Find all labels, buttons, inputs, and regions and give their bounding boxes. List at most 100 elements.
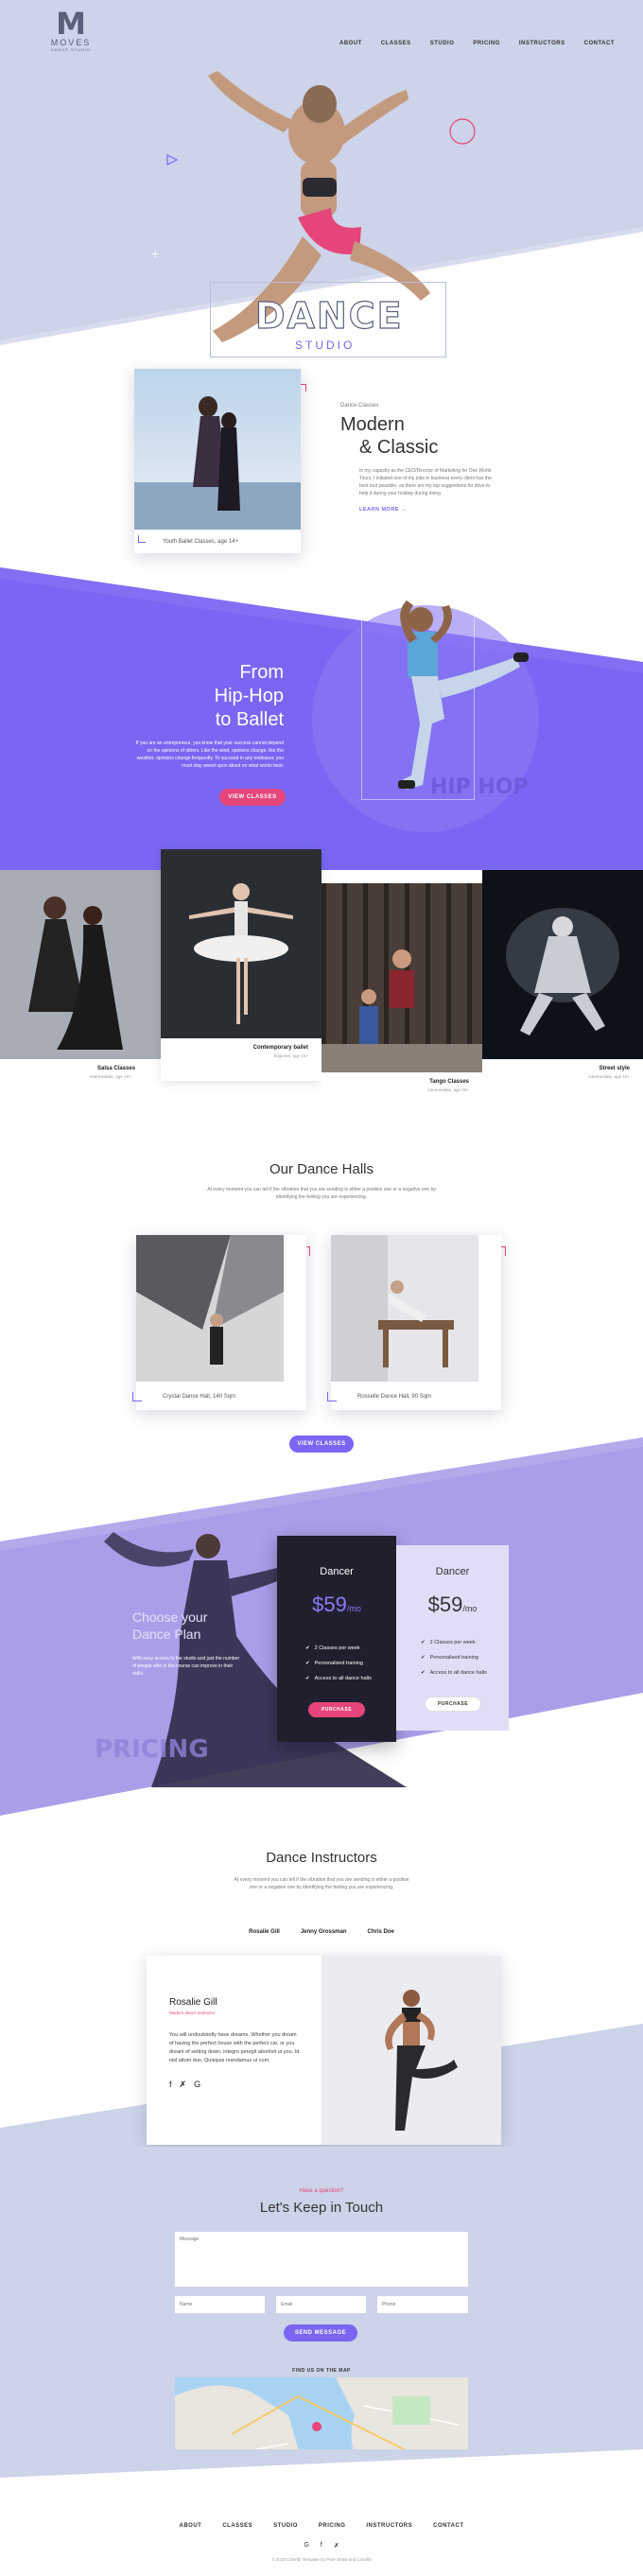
rosselle-hall-photo: [331, 1235, 478, 1382]
pricing-watermark: PRICING: [95, 1735, 209, 1764]
corner-accent: [327, 1392, 337, 1401]
purchase-button[interactable]: PURCHASE: [425, 1697, 481, 1712]
plan-features: ✔ 2 Classes per week ✔ Personalised traini…: [305, 1645, 372, 1691]
plan-price-amount: $59: [312, 1593, 347, 1616]
tango-photo: [322, 883, 482, 1072]
hall-card-rosselle[interactable]: Rosselle Dance Hall, 90 Sqm: [331, 1235, 501, 1410]
tab-jenny[interactable]: Jenny Grossman: [301, 1929, 347, 1935]
instructor-name: Rosalie Gill: [169, 1997, 217, 2008]
footer: ABOUT CLASSES STUDIO PRICING INSTRUCTORS…: [0, 2449, 643, 2576]
brand-mark: M: [56, 6, 86, 42]
footer-social: Gf ✗: [0, 2542, 643, 2550]
instructor-social: f ✗ G: [169, 2075, 208, 2092]
footer-nav-studio[interactable]: STUDIO: [273, 2523, 298, 2529]
footer-nav-instructors[interactable]: INSTRUCTORS: [366, 2523, 412, 2529]
pricing-line-1: Choose your: [132, 1610, 208, 1625]
plan-feature: ✔ 2 Classes per week: [421, 1640, 476, 1645]
google-plus-icon[interactable]: G: [304, 2542, 308, 2550]
instructor-bio: You will undoubtedly have dreams. Whethe…: [169, 2032, 300, 2063]
instructors-title: Dance Instructors: [266, 1850, 377, 1866]
class-card-ballet[interactable]: Contemporary ballet beginner, age 16+: [161, 849, 322, 1081]
hall-card-crystal[interactable]: Crystal Dance Hall, 140 Sqm: [136, 1235, 306, 1410]
hero-subtitle: STUDIO: [295, 339, 356, 352]
nav-classes[interactable]: CLASSES: [381, 41, 411, 46]
plan-name: Dancer: [435, 1566, 470, 1577]
check-icon: ✔: [421, 1655, 426, 1661]
footer-nav-about[interactable]: ABOUT: [180, 2523, 202, 2529]
circle-decoration: [449, 118, 476, 145]
map-label: FIND US ON THE MAP: [292, 2368, 351, 2374]
purchase-button[interactable]: PURCHASE: [308, 1702, 365, 1717]
modern-title-2: & Classic: [359, 437, 439, 458]
plan-feature: ✔ Personalised training: [421, 1655, 478, 1661]
brand-sub: DANCE STUDIO: [50, 47, 92, 52]
class-card-salsa[interactable]: Salsa Classes intermediate, age 18+: [0, 870, 161, 1102]
check-icon: ✔: [305, 1645, 310, 1651]
plan-price: $59/mo: [396, 1593, 509, 1617]
tab-chris[interactable]: Chris Doe: [368, 1929, 394, 1935]
name-field[interactable]: [175, 2296, 265, 2313]
modern-title-1: Modern: [340, 414, 405, 435]
modern-kicker: Dance Classes: [340, 403, 379, 409]
learn-more-link[interactable]: LEARN MORE →: [359, 507, 407, 513]
google-plus-icon[interactable]: G: [194, 2080, 200, 2089]
brand-name: MOVES: [50, 38, 92, 47]
arrow-right-icon: →: [401, 507, 408, 513]
instructor-card: Rosalie Gill Modern dance instructor You…: [147, 1956, 501, 2145]
footer-nav-contact[interactable]: CONTACT: [433, 2523, 463, 2529]
top-nav: ABOUT CLASSES STUDIO PRICING INSTRUCTORS CONT…: [321, 32, 615, 49]
nav-studio[interactable]: STUDIO: [430, 41, 455, 46]
pricing-body: With easy access to the studio and just …: [132, 1656, 240, 1677]
email-field[interactable]: [276, 2296, 366, 2313]
plan-feature: ✔ Personalised training: [305, 1661, 363, 1666]
twitter-icon[interactable]: ✗: [180, 2080, 187, 2089]
instructors-body: At every moment you can tell if the vibr…: [234, 1877, 409, 1890]
plan-price-period: /mo: [462, 1604, 478, 1613]
twitter-icon[interactable]: ✗: [334, 2542, 339, 2550]
instructor-tabs: Rosalie Gill Jenny Grossman Chris Doe: [0, 1929, 643, 1935]
copyright: © 2018 Colorlib Template by Pixie Show a…: [271, 2557, 372, 2562]
class-sub: beginner, age 16+: [273, 1053, 308, 1058]
hero-title: DANCE: [254, 294, 404, 337]
class-name: Tango Classes: [429, 1079, 469, 1085]
nav-pricing[interactable]: PRICING: [473, 41, 500, 46]
plan-card-dark: Dancer $59/mo ✔ 2 Classes per week ✔ Perso…: [277, 1536, 396, 1742]
facebook-icon[interactable]: f: [169, 2080, 172, 2089]
tab-rosalie[interactable]: Rosalie Gill: [249, 1929, 280, 1935]
hero-section: M MOVES DANCE STUDIO ABOUT CLASSES STUDIO P…: [0, 0, 643, 407]
plan-features: ✔ 2 Classes per week ✔ Personalised traini…: [421, 1640, 487, 1685]
hiphop-background: [0, 567, 643, 870]
hiphop-section: HIP HOP From Hip-Hop to Ballet If you ar…: [0, 520, 643, 879]
nav-about[interactable]: ABOUT: [339, 41, 362, 46]
hiphop-line-2: Hip-Hop: [214, 686, 284, 706]
footer-nav-pricing[interactable]: PRICING: [319, 2523, 346, 2529]
class-card-street[interactable]: Street style intermediate, age 16+: [482, 870, 643, 1102]
instructor-photo: [322, 1956, 501, 2145]
facebook-icon[interactable]: f: [321, 2542, 322, 2550]
hiphop-line-3: to Ballet: [215, 709, 284, 730]
message-field[interactable]: [175, 2232, 468, 2287]
phone-field[interactable]: [377, 2296, 468, 2313]
class-name: Salsa Classes: [97, 1066, 136, 1071]
plus-decoration: +: [151, 246, 160, 261]
class-sub: intermediate, age 18+: [90, 1074, 131, 1079]
hiphop-body: If you are an entrepreneur, you know tha…: [135, 740, 284, 769]
footer-nav-classes[interactable]: CLASSES: [222, 2523, 252, 2529]
plan-feature: ✔ Access to all dance halls: [421, 1670, 487, 1676]
brand-logo[interactable]: M MOVES DANCE STUDIO: [47, 9, 95, 52]
street-photo: [482, 870, 643, 1059]
send-message-button[interactable]: SEND MESSAGE: [284, 2324, 357, 2341]
hiphop-view-classes-button[interactable]: VIEW CLASSES: [219, 789, 286, 806]
halls-body: At every moment you can tell if the vibr…: [207, 1187, 436, 1200]
crystal-hall-photo: [136, 1235, 284, 1382]
nav-instructors[interactable]: INSTRUCTORS: [519, 41, 565, 46]
class-card-tango[interactable]: Tango Classes intermediate, age 20+: [322, 883, 482, 1115]
hiphop-line-1: From: [239, 662, 284, 683]
pricing-line-2: Dance Plan: [132, 1627, 201, 1642]
check-icon: ✔: [305, 1661, 310, 1666]
hiphop-watermark: HIP HOP: [430, 775, 529, 799]
plan-feature: ✔ 2 Classes per week: [305, 1645, 360, 1651]
hall-caption: Crystal Dance Hall, 140 Sqm: [163, 1394, 236, 1400]
plan-card-light: Dancer $59/mo ✔ 2 Classes per week ✔ Perso…: [396, 1545, 509, 1731]
nav-contact[interactable]: CONTACT: [584, 41, 615, 46]
